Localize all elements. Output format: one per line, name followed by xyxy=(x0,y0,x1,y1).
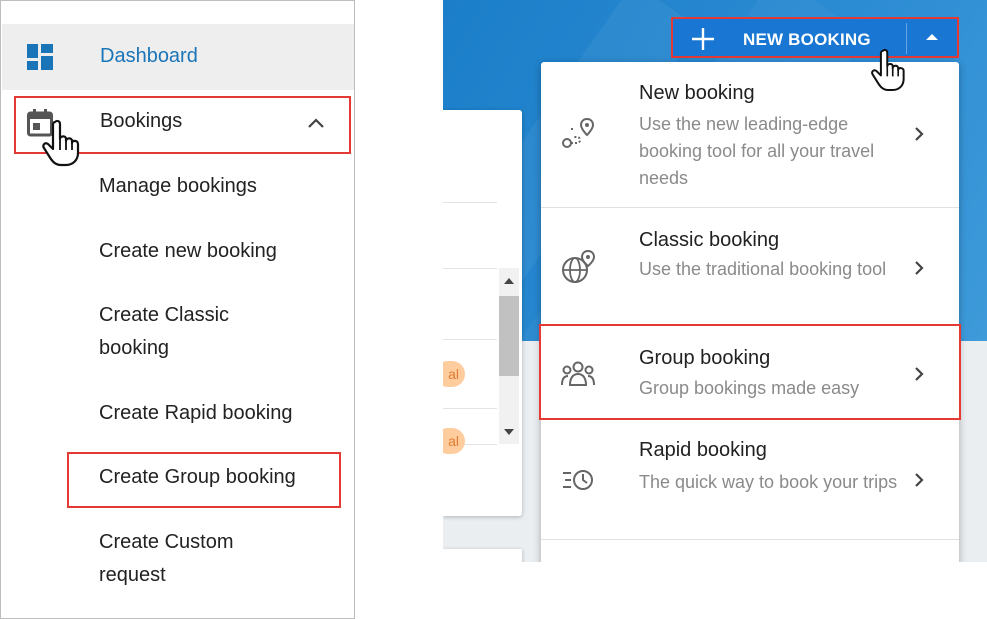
sidebar-item-bookings-label: Bookings xyxy=(100,110,183,132)
menu-item-title: New booking xyxy=(639,82,755,104)
chevron-right-icon xyxy=(915,473,924,487)
fast-clock-icon xyxy=(563,470,593,490)
scroll-down-arrow-icon[interactable] xyxy=(504,429,514,435)
menu-item-description: Use the traditional booking tool xyxy=(639,259,887,279)
new-booking-button[interactable]: NEW BOOKING xyxy=(671,17,959,58)
globe-pin-icon xyxy=(562,250,595,283)
chevron-right-icon xyxy=(915,261,924,275)
background-card xyxy=(443,549,522,562)
scroll-up-arrow-icon[interactable] xyxy=(504,278,514,284)
background-card: al al xyxy=(443,110,522,516)
sidebar-subitem-create-rapid-booking[interactable]: Create Rapid booking xyxy=(99,397,292,430)
scrollbar-thumb[interactable] xyxy=(499,296,519,376)
sidebar-item-dashboard[interactable]: Dashboard xyxy=(2,24,354,90)
caret-up-icon[interactable] xyxy=(926,34,938,40)
menu-item-title: Classic booking xyxy=(639,229,780,251)
hand-pointer-cursor-icon xyxy=(871,48,905,91)
sidebar-subitem-create-group-booking[interactable]: Create Group booking xyxy=(99,461,296,494)
status-badge: al xyxy=(443,428,465,454)
new-booking-dropdown-menu: New booking Use the new leading-edge boo… xyxy=(541,62,959,562)
menu-item-title: Rapid booking xyxy=(639,439,767,461)
booking-dashboard-view: al al NEW BOOKING New booking Use the ne xyxy=(443,0,987,562)
new-booking-button-label: NEW BOOKING xyxy=(743,30,871,49)
hand-pointer-cursor-icon xyxy=(42,119,80,167)
sidebar-subitem-manage-bookings[interactable]: Manage bookings xyxy=(99,170,257,203)
menu-item-rapid-booking[interactable]: Rapid booking The quick way to book your… xyxy=(541,419,959,540)
sidebar-subitem-create-custom-request[interactable]: Create Custom request xyxy=(99,526,279,592)
status-badge: al xyxy=(443,361,465,387)
chevron-up-icon[interactable] xyxy=(306,113,326,133)
highlight-group-booking xyxy=(539,324,961,420)
menu-item-classic-booking[interactable]: Classic booking Use the traditional book… xyxy=(541,208,959,325)
sidebar-subitem-create-new-booking[interactable]: Create new booking xyxy=(99,235,277,268)
sidebar-subitem-create-classic-booking[interactable]: Create Classic booking xyxy=(99,299,279,365)
sidebar-navigation: Dashboard Bookings Manage bookings Creat… xyxy=(0,0,355,619)
chevron-right-icon xyxy=(915,127,924,141)
plus-icon xyxy=(692,28,714,50)
route-pin-icon xyxy=(562,117,595,148)
dashboard-icon xyxy=(27,44,53,70)
menu-item-description: The quick way to book your trips xyxy=(639,472,898,492)
sidebar-item-dashboard-label: Dashboard xyxy=(100,45,198,67)
menu-item-description: Use the new leading-edge booking tool fo… xyxy=(639,114,875,188)
